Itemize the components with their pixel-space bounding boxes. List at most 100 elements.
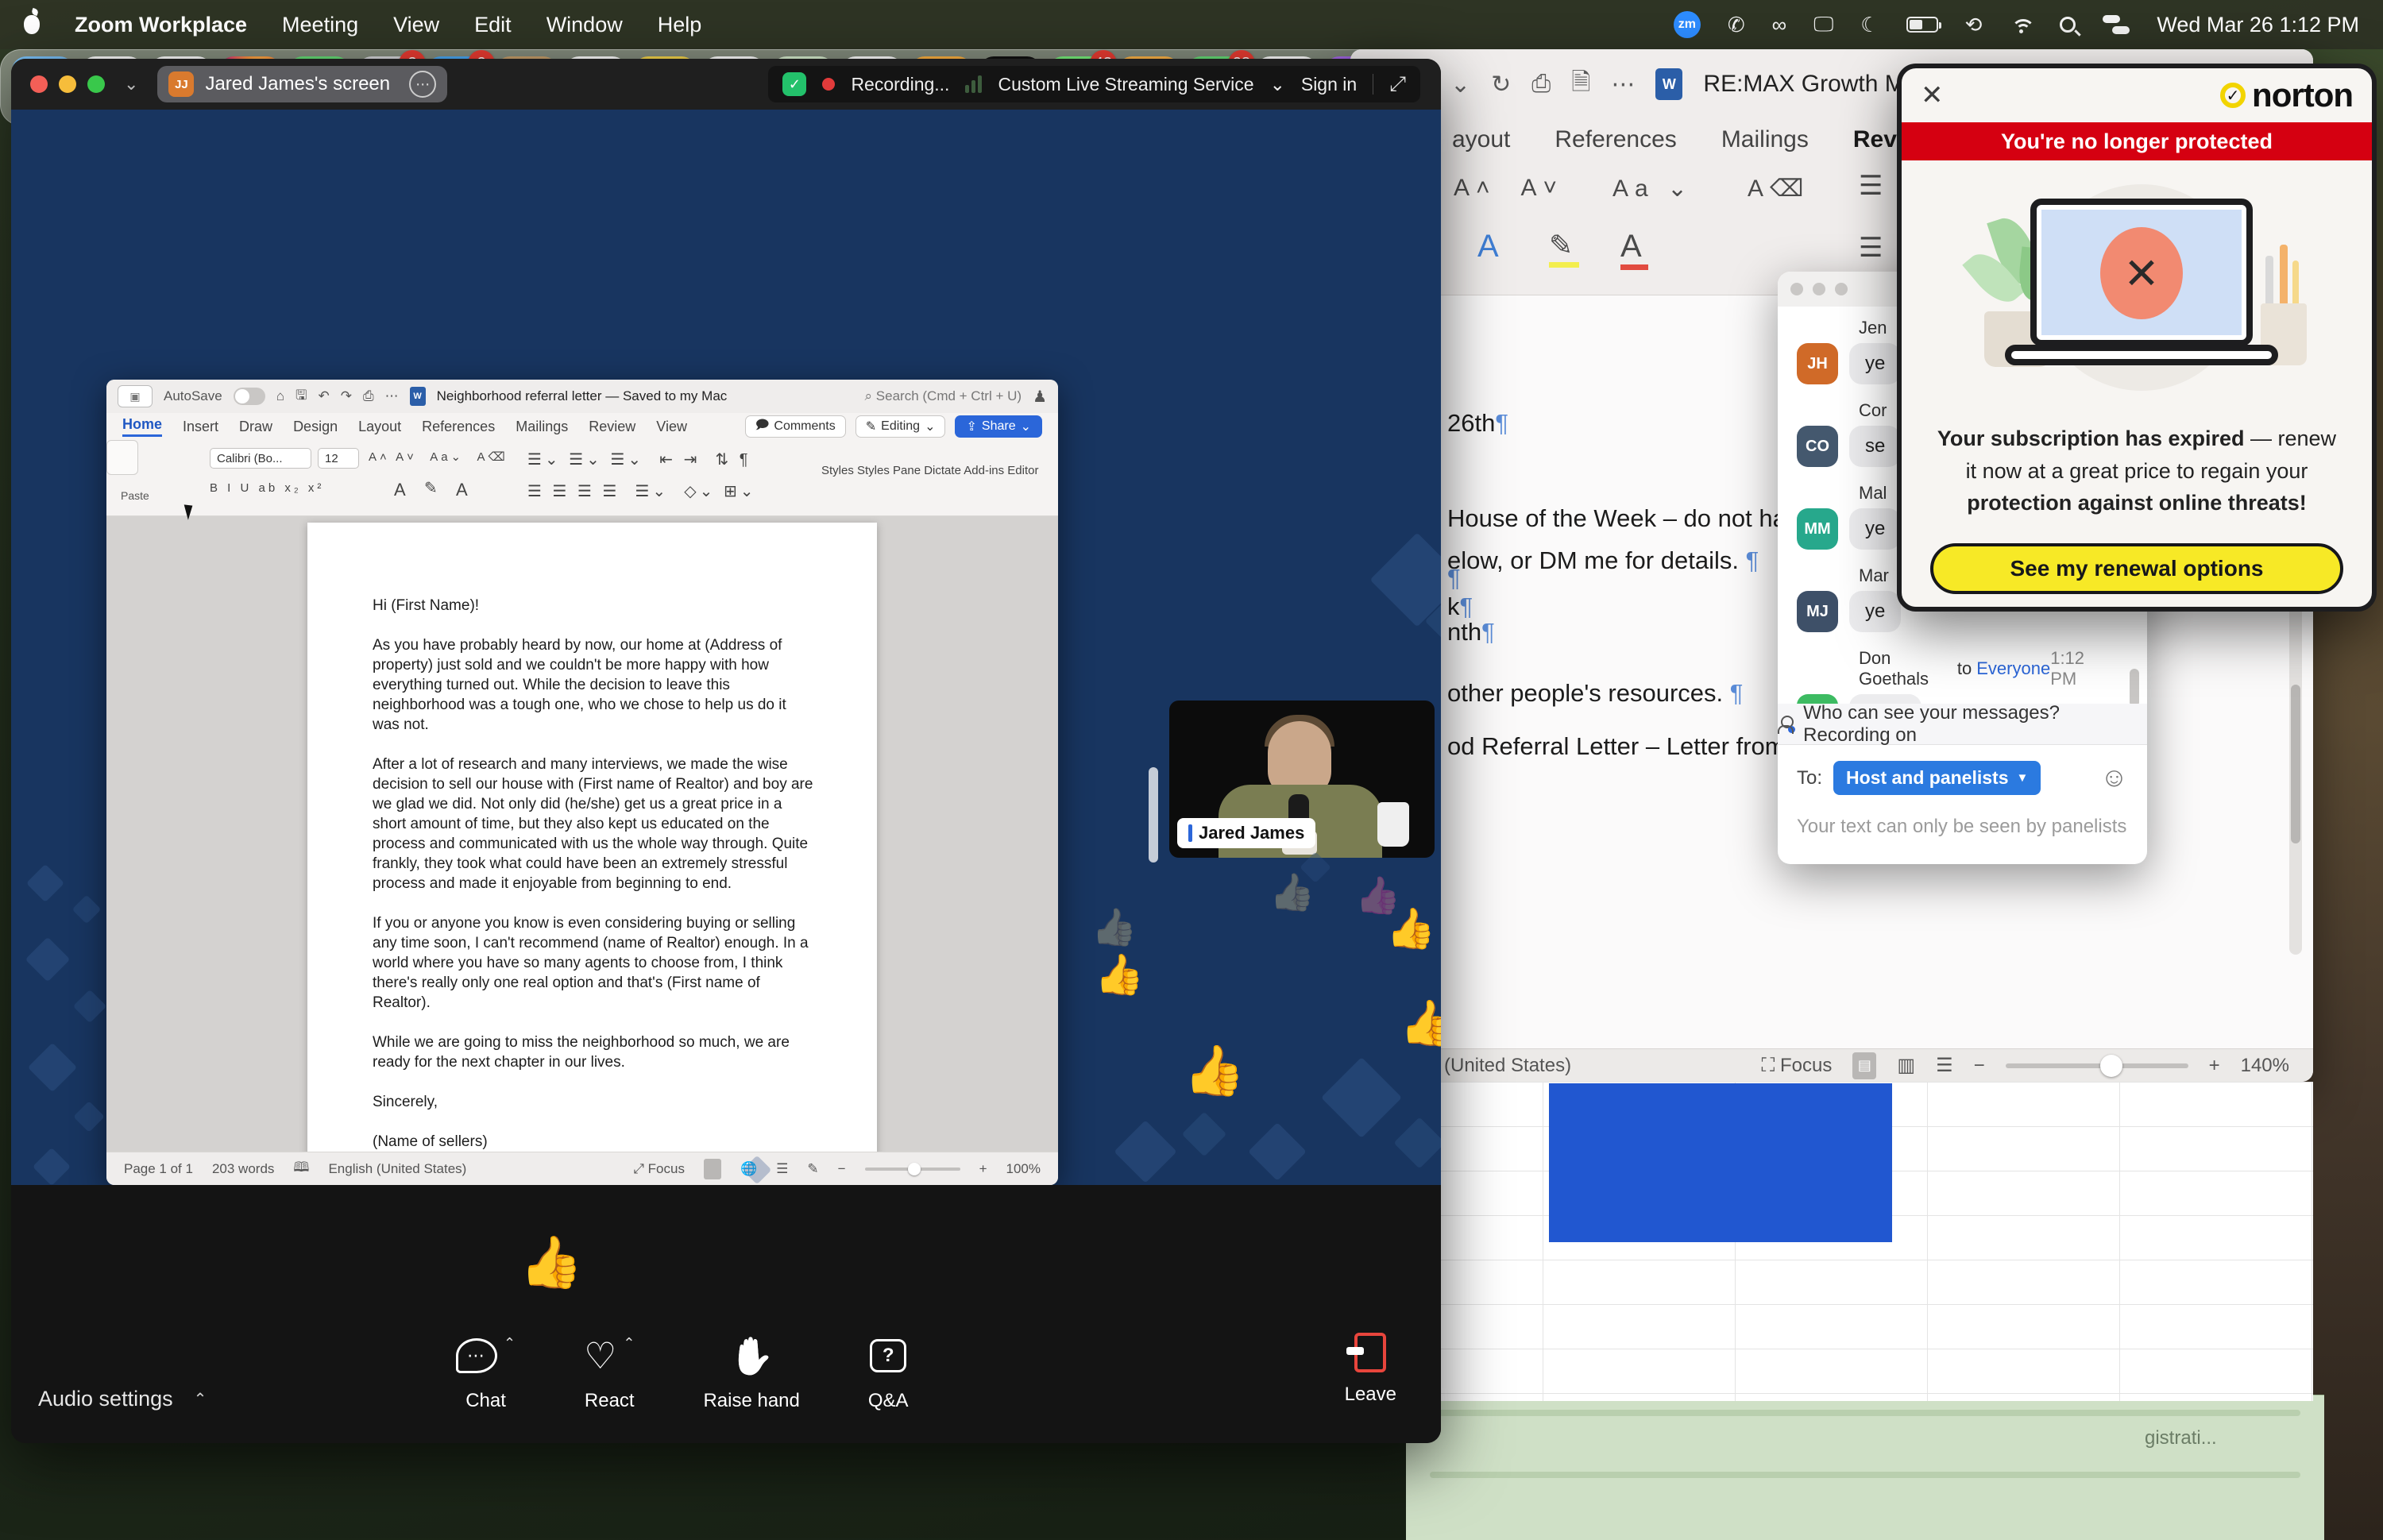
tab-insert[interactable]: Insert — [183, 419, 218, 435]
battery-icon[interactable] — [1906, 17, 1938, 33]
language[interactable]: (United States) — [1444, 1055, 1571, 1077]
streaming-service[interactable]: Custom Live Streaming Service — [998, 74, 1253, 95]
tab-layout[interactable]: Layout — [358, 419, 401, 435]
undo-icon[interactable]: ↶ — [319, 388, 330, 404]
control-center-icon[interactable] — [2103, 15, 2130, 34]
recording-status[interactable]: Recording... — [851, 74, 949, 95]
tab-ayout[interactable]: ayout — [1452, 126, 1510, 153]
home-icon[interactable]: ⌂ — [276, 388, 284, 404]
audio-settings[interactable]: Audio settings⌃ — [38, 1387, 207, 1411]
print-icon[interactable]: ⎙ — [363, 388, 374, 404]
comments-button[interactable]: 🗩 Comments — [745, 415, 846, 438]
fullscreen-button[interactable] — [87, 75, 105, 93]
control-raise-hand[interactable]: ✋Raise hand — [703, 1333, 799, 1412]
do-not-disturb-icon[interactable]: ☾ — [1860, 13, 1879, 37]
background-spreadsheet — [1350, 1082, 2313, 1401]
zoom-in-icon[interactable]: + — [2209, 1055, 2220, 1077]
zoom-slider[interactable] — [865, 1168, 960, 1171]
zoom-out-icon[interactable]: − — [838, 1161, 846, 1177]
recipient-link[interactable]: Everyone — [1976, 658, 2050, 679]
account-icon[interactable]: ♟ — [1033, 387, 1047, 407]
menu-item-help[interactable]: Help — [658, 13, 702, 37]
sign-in-link[interactable]: Sign in — [1301, 74, 1357, 95]
ellipsis-icon[interactable]: ⋯ — [385, 388, 399, 404]
zoom-in-icon[interactable]: + — [979, 1161, 987, 1177]
shared-screen-pill[interactable]: JJ Jared James's screen ⋯ — [157, 66, 447, 102]
web-layout-icon[interactable]: ▥ — [1897, 1054, 1915, 1077]
screen-mirroring-icon[interactable]: ✆ — [1728, 13, 1745, 37]
paste-button[interactable] — [106, 440, 138, 475]
time-machine-icon[interactable]: ⟲ — [1965, 13, 1983, 37]
control-chat[interactable]: ⋯⌃Chat — [456, 1333, 516, 1412]
chevron-down-icon[interactable]: ⌄ — [124, 74, 138, 95]
word-count[interactable]: 203 words — [212, 1161, 274, 1177]
tab-mailings[interactable]: Mailings — [1721, 126, 1809, 153]
zoom-level[interactable]: 100% — [1006, 1161, 1041, 1177]
tab-review[interactable]: Review — [589, 419, 635, 435]
spellcheck-icon[interactable]: 🕮 — [293, 1157, 309, 1180]
renewal-button[interactable]: See my renewal options — [1930, 543, 2343, 594]
panel-collapse-handle[interactable] — [1149, 767, 1158, 863]
emoji-picker-icon[interactable]: ☺ — [2100, 762, 2128, 793]
refresh-icon[interactable]: ↻ — [1491, 71, 1511, 98]
print-layout-icon[interactable] — [704, 1159, 721, 1179]
expand-icon[interactable]: ⤢ — [1389, 71, 1406, 97]
save-icon[interactable]: 🖫 — [295, 385, 307, 408]
search-field[interactable]: ⌕ Search (Cmd + Ctrl + U) — [865, 388, 1022, 404]
recipient-selector[interactable]: Host and panelists▼ — [1833, 761, 2041, 795]
focus-mode[interactable]: ⤢ Focus — [633, 1161, 685, 1177]
print-layout-icon[interactable]: ▤ — [1852, 1052, 1876, 1079]
redo-icon[interactable]: ↷ — [341, 388, 352, 404]
close-button[interactable] — [30, 75, 48, 93]
editing-button[interactable]: ✎ Editing ⌄ — [855, 415, 946, 438]
tab-draw[interactable]: Draw — [239, 419, 272, 435]
chevron-down-icon[interactable]: ⌄ — [1270, 74, 1285, 95]
creative-cloud-icon[interactable]: ∞ — [1772, 13, 1787, 37]
new-doc-icon[interactable]: 🗎 — [1571, 64, 1590, 105]
zoom-out-icon[interactable]: − — [1974, 1055, 1985, 1077]
chat-input[interactable]: Your text can only be seen by panelists — [1797, 816, 2128, 838]
tab-references[interactable]: References — [1555, 126, 1676, 153]
app-menu[interactable]: Zoom Workplace — [75, 13, 247, 37]
ellipsis-icon[interactable]: ⋯ — [1611, 71, 1635, 98]
menu-item-meeting[interactable]: Meeting — [282, 13, 358, 37]
menu-item-edit[interactable]: Edit — [474, 13, 512, 37]
presenter-window-icon[interactable]: ▣ — [118, 385, 153, 407]
zoom-slider[interactable] — [2006, 1063, 2188, 1068]
tab-home[interactable]: Home — [122, 416, 162, 437]
print-icon[interactable]: ⎙ — [1531, 71, 1551, 98]
focus-mode[interactable]: ⛶ Focus — [1762, 1055, 1833, 1077]
security-shield-icon[interactable]: ✓ — [782, 72, 806, 96]
menu-clock[interactable]: Wed Mar 26 1:12 PM — [2157, 13, 2359, 37]
tab-design[interactable]: Design — [293, 419, 338, 435]
draw-icon[interactable]: ✎ — [807, 1161, 818, 1177]
control-q-a[interactable]: ?Q&A — [868, 1333, 909, 1412]
display-icon[interactable]: 🖵 — [1813, 12, 1833, 37]
tab-references[interactable]: References — [422, 419, 495, 435]
outline-icon[interactable]: ☰ — [1936, 1054, 1953, 1077]
options-icon[interactable]: ⋯ — [409, 71, 436, 98]
outline-icon[interactable]: ☰ — [776, 1161, 788, 1177]
apple-icon[interactable] — [24, 15, 40, 34]
minimize-button[interactable] — [59, 75, 76, 93]
page-count[interactable]: Page 1 of 1 — [124, 1161, 193, 1177]
speaker-video[interactable]: Jared James — [1169, 701, 1435, 858]
language[interactable]: English (United States) — [328, 1161, 466, 1177]
menu-item-view[interactable]: View — [393, 13, 439, 37]
menu-item-window[interactable]: Window — [547, 13, 623, 37]
share-button[interactable]: ⇪ Share ⌄ — [955, 415, 1042, 438]
leave-button[interactable]: Leave — [1345, 1333, 1396, 1406]
autosave-toggle[interactable] — [234, 388, 265, 405]
zoom-level[interactable]: 140% — [2241, 1055, 2289, 1077]
spotlight-icon[interactable] — [2060, 17, 2076, 33]
control-react[interactable]: ♡⌃React — [584, 1333, 635, 1412]
tab-view[interactable]: View — [656, 419, 687, 435]
chevron-down-icon[interactable]: ⌄ — [1450, 71, 1470, 98]
tab-mailings[interactable]: Mailings — [516, 419, 568, 435]
font-selector[interactable]: Calibri (Bo... — [210, 448, 311, 469]
chat-privacy-notice[interactable]: Who can see your messages? Recording on — [1778, 704, 2147, 745]
wifi-icon[interactable] — [2009, 16, 2033, 33]
font-size-selector[interactable]: 12 — [318, 448, 359, 469]
zoom-menubar-icon[interactable]: zm — [1674, 11, 1701, 38]
close-icon[interactable]: ✕ — [1921, 79, 1944, 111]
